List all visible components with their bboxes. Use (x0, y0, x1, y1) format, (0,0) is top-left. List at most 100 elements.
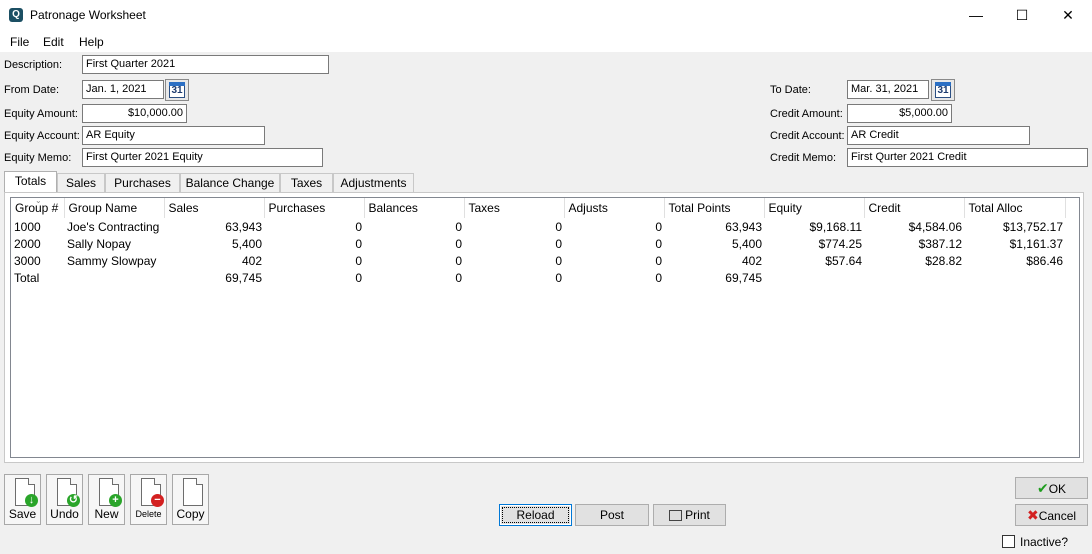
cell-equity (764, 269, 864, 286)
cell-credit: $387.12 (918, 236, 962, 251)
cell-adjusts: 0 (655, 253, 662, 268)
cell-sales: 69,745 (225, 270, 262, 285)
delete-button[interactable]: − Delete (130, 474, 167, 525)
menu-bar: File Edit Help (0, 31, 1092, 52)
credit-memo-field[interactable]: First Qurter 2021 Credit (847, 148, 1088, 167)
cell-taxes: 0 (555, 270, 562, 285)
table-row[interactable]: 3000 Sammy Slowpay 402 0 0 0 0 402 $57.6… (11, 252, 1065, 269)
tab-adjustments[interactable]: Adjustments (333, 173, 414, 193)
minus-badge-icon: − (151, 494, 164, 507)
cell-balances: 0 (455, 270, 462, 285)
cell-total-alloc: $86.46 (1026, 253, 1063, 268)
from-date-field[interactable]: Jan. 1, 2021 (82, 80, 164, 99)
print-button-label: Print (685, 508, 710, 522)
equity-memo-field[interactable]: First Qurter 2021 Equity (82, 148, 323, 167)
column-header-purchases[interactable]: Purchases (264, 198, 365, 218)
delete-button-label: Delete (135, 509, 162, 519)
cell-credit: $28.82 (925, 253, 962, 268)
copy-button-label: Copy (176, 507, 205, 521)
credit-account-field[interactable]: AR Credit (847, 126, 1030, 145)
cell-total-points: 63,943 (725, 219, 762, 234)
credit-account-label: Credit Account: (770, 130, 845, 142)
credit-memo-label: Credit Memo: (770, 152, 837, 164)
cell-equity: $57.64 (825, 253, 862, 268)
cell-purchases: 0 (355, 219, 362, 234)
menu-help[interactable]: Help (79, 35, 104, 49)
reload-button[interactable]: Reload (499, 504, 572, 526)
cancel-button-label: Cancel (1038, 509, 1077, 523)
cell-total-points: 69,745 (725, 270, 762, 285)
table-row[interactable]: 2000 Sally Nopay 5,400 0 0 0 0 5,400 $77… (11, 235, 1065, 252)
copy-icon (183, 478, 203, 506)
ok-button-label: OK (1048, 482, 1067, 496)
cell-adjusts: 0 (655, 219, 662, 234)
totals-table: ⌄ Group # Group Name Sales Purchases Bala… (11, 198, 1066, 286)
credit-amount-field[interactable]: $5,000.00 (847, 104, 952, 123)
cell-balances: 0 (455, 219, 462, 234)
cancel-button[interactable]: ✖Cancel (1015, 504, 1088, 526)
table-row[interactable]: 1000 Joe's Contracting 63,943 0 0 0 0 63… (11, 218, 1065, 235)
to-date-field[interactable]: Mar. 31, 2021 (847, 80, 929, 99)
close-button[interactable]: ✕ (1045, 0, 1091, 31)
equity-amount-label: Equity Amount: (4, 108, 78, 120)
cell-purchases: 0 (355, 236, 362, 251)
column-header-group-name[interactable]: Group Name (64, 198, 165, 218)
sort-indicator-icon: ⌄ (35, 197, 42, 205)
save-button[interactable]: ↓ Save (4, 474, 41, 525)
minimize-button[interactable]: — (953, 0, 999, 31)
tab-taxes[interactable]: Taxes (280, 173, 333, 193)
save-button-label: Save (8, 507, 37, 521)
to-date-calendar-button[interactable]: 31 (931, 79, 955, 101)
column-header-total-points[interactable]: Total Points (664, 198, 765, 218)
cell-total-alloc (964, 269, 1065, 286)
column-header-equity[interactable]: Equity (764, 198, 865, 218)
column-header-credit[interactable]: Credit (864, 198, 965, 218)
cell-adjusts: 0 (655, 236, 662, 251)
column-header-sales[interactable]: Sales (164, 198, 265, 218)
from-date-calendar-button[interactable]: 31 (165, 79, 189, 101)
cell-group-number: 1000 (14, 219, 41, 234)
plus-badge-icon: + (109, 494, 122, 507)
totals-grid[interactable]: ⌄ Group # Group Name Sales Purchases Bala… (10, 197, 1080, 458)
checkmark-icon: ✔ (1036, 480, 1049, 496)
equity-memo-label: Equity Memo: (4, 152, 72, 164)
cell-group-name: Joe's Contracting (67, 219, 160, 234)
column-header-total-alloc[interactable]: Total Alloc (964, 198, 1066, 218)
cell-equity: $774.25 (818, 236, 862, 251)
cell-purchases: 0 (355, 270, 362, 285)
column-header-taxes[interactable]: Taxes (464, 198, 565, 218)
equity-amount-field[interactable]: $10,000.00 (82, 104, 187, 123)
tab-purchases[interactable]: Purchases (105, 173, 180, 193)
ok-button[interactable]: ✔OK (1015, 477, 1088, 499)
tab-totals[interactable]: Totals (4, 171, 57, 194)
cell-group-number: 3000 (14, 253, 41, 268)
to-date-label: To Date: (770, 84, 811, 96)
menu-edit[interactable]: Edit (43, 35, 64, 49)
description-field[interactable]: First Quarter 2021 (82, 55, 329, 74)
credit-amount-label: Credit Amount: (770, 108, 843, 120)
tab-sales[interactable]: Sales (57, 173, 105, 193)
column-header-balances[interactable]: Balances (364, 198, 465, 218)
undo-button[interactable]: ↺ Undo (46, 474, 83, 525)
post-button[interactable]: Post (575, 504, 649, 526)
copy-button[interactable]: Copy (172, 474, 209, 525)
print-button[interactable]: Print (653, 504, 726, 526)
description-label: Description: (4, 59, 63, 71)
table-header-row: ⌄ Group # Group Name Sales Purchases Bala… (11, 197, 1066, 218)
table-total-row[interactable]: Total 69,745 0 0 0 0 69,745 (11, 269, 1065, 286)
equity-account-field[interactable]: AR Equity (82, 126, 265, 145)
cell-total-alloc: $13,752.17 (1002, 219, 1063, 234)
cell-sales: 63,943 (225, 219, 262, 234)
cell-total-points: 402 (741, 253, 762, 268)
new-button[interactable]: + New (88, 474, 125, 525)
menu-file[interactable]: File (10, 35, 29, 49)
inactive-checkbox[interactable] (1002, 535, 1015, 548)
undo-badge-icon: ↺ (67, 494, 80, 507)
column-header-adjusts[interactable]: Adjusts (564, 198, 665, 218)
cell-credit: $4,584.06 (908, 219, 962, 234)
inactive-label: Inactive? (1020, 535, 1069, 549)
maximize-button[interactable]: ☐ (999, 0, 1045, 31)
cell-group-name (64, 269, 164, 286)
tab-balance-change[interactable]: Balance Change (180, 173, 280, 193)
column-header-group-number[interactable]: ⌄ Group # (11, 197, 65, 218)
